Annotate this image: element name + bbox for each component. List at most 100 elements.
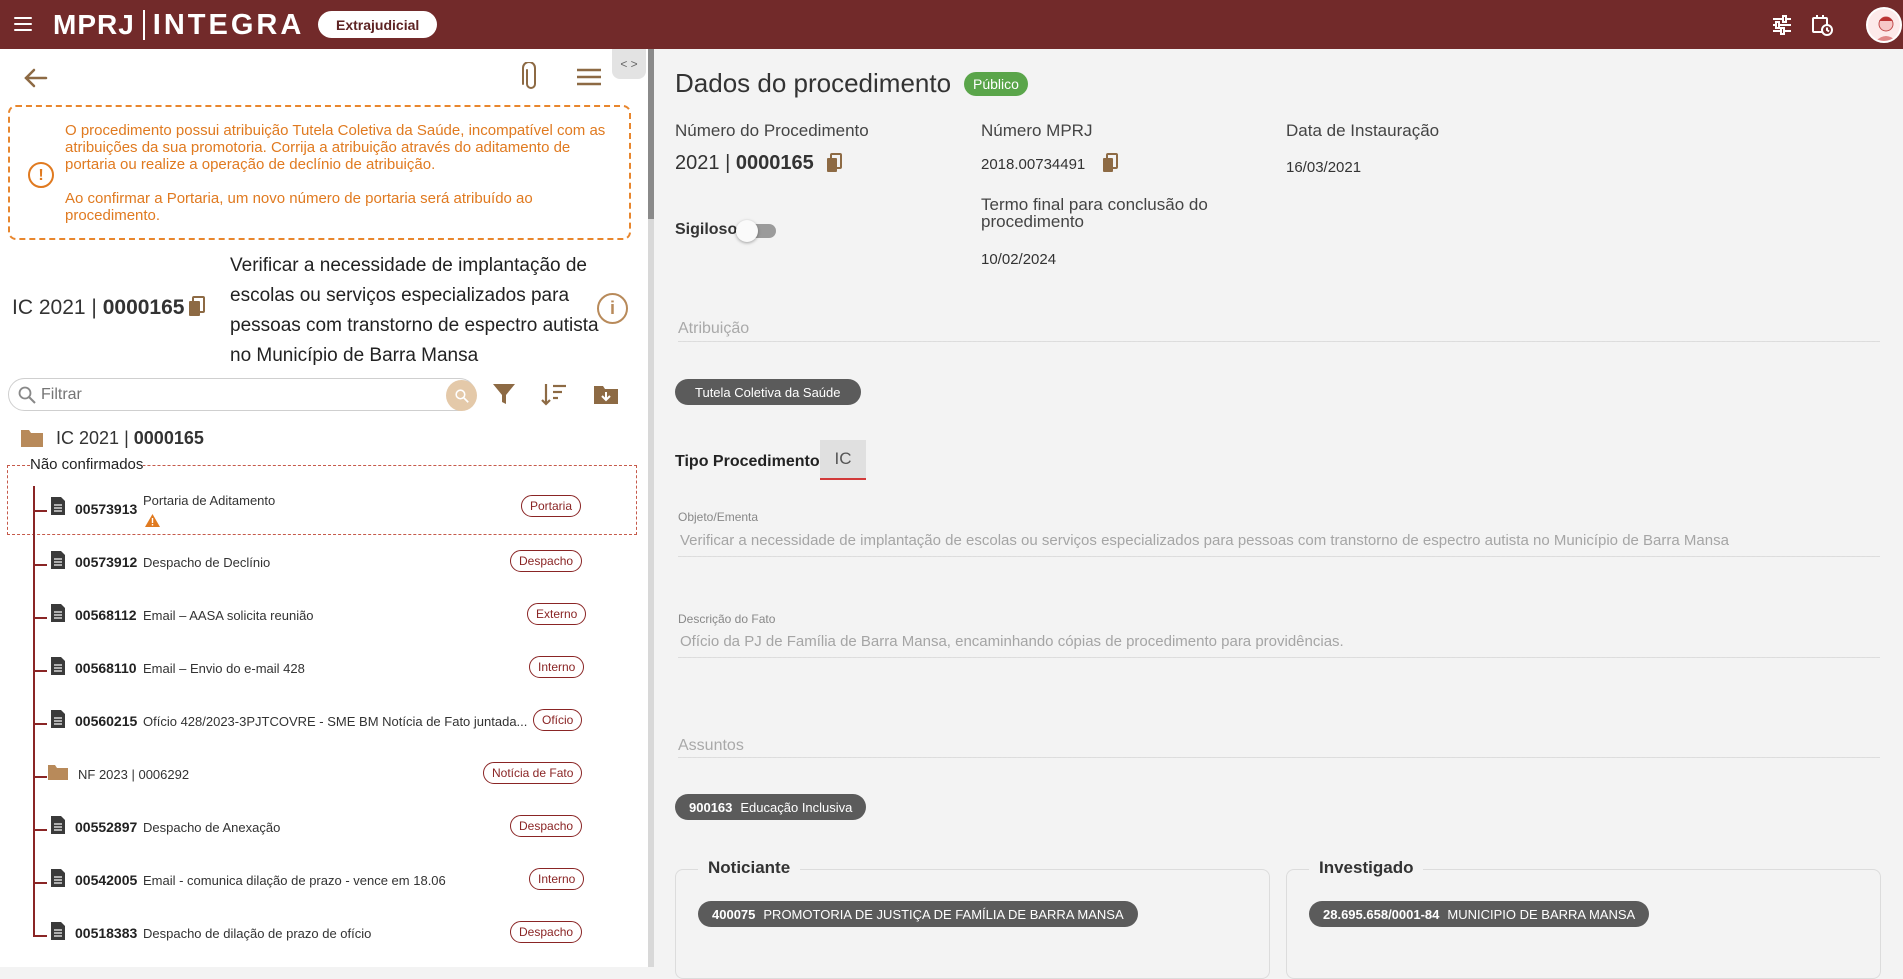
doc-title: Email – AASA solicita reunião [143, 608, 314, 623]
tree-root-sep: | [124, 428, 129, 448]
tree-row[interactable]: 00573913 Portaria de Aditamento Portaria [0, 486, 648, 536]
folder-icon [21, 430, 43, 447]
doc-title: Despacho de Declínio [143, 555, 271, 570]
warning-line-2: Ao confirmar a Portaria, um novo número … [65, 190, 533, 224]
logo-mprj: MPRJ [53, 9, 135, 40]
tree-hook [33, 510, 47, 512]
doc-tag: Portaria [521, 495, 582, 517]
search-button[interactable] [446, 380, 477, 411]
doc-title: Email – Envio do e-mail 428 [143, 661, 305, 676]
assunto-code: 900163 [689, 799, 733, 815]
filter-input[interactable] [41, 385, 441, 405]
user-avatar[interactable] [1866, 6, 1902, 43]
context-pill[interactable]: Extrajudicial [318, 11, 438, 38]
objeto-divider [678, 556, 1880, 557]
investigado-title: Investigado [1309, 858, 1424, 878]
doc-id: 00568110 [75, 660, 137, 676]
assunto-chip[interactable]: 900163 Educação Inclusiva [675, 794, 867, 820]
info-icon[interactable]: i [597, 293, 628, 324]
noticiante-name: PROMOTORIA DE JUSTIÇA DE FAMÍLIA DE BARR… [763, 906, 1124, 922]
noticiante-code: 400075 [712, 906, 756, 922]
tree-row[interactable]: 00573912 Despacho de Declínio Despacho [0, 540, 648, 590]
filter-funnel-icon[interactable] [490, 380, 518, 408]
investigado-card: Investigado 28.695.658/0001-84 MUNICIPIO… [1286, 858, 1881, 979]
tree-row[interactable]: 00552897 Despacho de Anexação Despacho [0, 805, 648, 855]
document-icon [51, 604, 65, 622]
doc-id: 00560215 [75, 713, 138, 729]
tree-row[interactable]: 00518383 Despacho de dilação de prazo de… [0, 911, 648, 961]
data-instauracao-value: 16/03/2021 [1286, 159, 1362, 176]
doc-tag: Notícia de Fato [483, 762, 583, 784]
tree-root-number: 0000165 [133, 428, 204, 448]
sigiloso-label: Sigiloso [675, 221, 738, 238]
toggle-knob [736, 220, 758, 242]
noticiante-card: Noticiante 400075 PROMOTORIA DE JUSTIÇA … [675, 858, 1270, 979]
tree-row[interactable]: 00542005 Email - comunica dilação de pra… [0, 858, 648, 908]
settings-sliders-icon[interactable] [1770, 13, 1794, 37]
logo-integra: INTEGRA [152, 8, 305, 41]
tree-hook [33, 935, 47, 937]
procedure-sep: | [91, 296, 97, 319]
copy-icon[interactable] [1102, 153, 1118, 173]
alert-triangle-icon [145, 514, 160, 527]
tree-hook [33, 776, 47, 778]
main-menu-icon[interactable] [14, 17, 32, 31]
logo-separator [142, 10, 145, 40]
panel-toggle-tab[interactable]: < > [612, 49, 646, 79]
tree-row[interactable]: 00568110 Email – Envio do e-mail 428 Int… [0, 646, 648, 696]
warning-text: O procedimento possui atribuição Tutela … [65, 122, 615, 241]
termo-final-value: 10/02/2024 [981, 251, 1057, 268]
procedure-type: IC [12, 296, 33, 319]
assuntos-divider [678, 757, 1880, 758]
noticiante-chip[interactable]: 400075 PROMOTORIA DE JUSTIÇA DE FAMÍLIA … [698, 901, 1138, 927]
atribuicao-chip[interactable]: Tutela Coletiva da Saúde [675, 379, 861, 405]
doc-id: 00573913 [75, 501, 138, 517]
descricao-fato-value[interactable]: Ofício da PJ de Família de Barra Mansa, … [680, 633, 1344, 650]
procedure-number: 0000165 [102, 296, 185, 319]
tipo-procedimento-select[interactable]: IC [820, 440, 866, 480]
objeto-ementa-value[interactable]: Verificar a necessidade de implantação d… [680, 532, 1729, 549]
tree-row[interactable]: NF 2023 | 0006292 Notícia de Fato [0, 752, 648, 802]
tree-hook [33, 829, 47, 831]
search-icon [18, 386, 36, 404]
doc-tag: Despacho [510, 550, 583, 572]
doc-title: Despacho de Anexação [143, 820, 281, 835]
attachment-icon[interactable] [519, 62, 543, 92]
tree-row[interactable]: 00560215 Ofício 428/2023-3PJTCOVRE - SME… [0, 699, 648, 749]
tree-hook [33, 723, 47, 725]
doc-id: 00518383 [75, 925, 138, 941]
numero-procedimento-year: 2021 [675, 152, 720, 174]
document-icon [51, 816, 65, 834]
assuntos-label: Assuntos [678, 737, 744, 754]
investigado-chip[interactable]: 28.695.658/0001-84 MUNICIPIO DE BARRA MA… [1309, 901, 1650, 927]
tree-root-label[interactable]: IC 2021 | 0000165 [56, 428, 204, 449]
doc-title: Ofício 428/2023-3PJTCOVRE - SME BM Notíc… [143, 714, 528, 729]
assunto-name: Educação Inclusiva [740, 799, 853, 815]
folder-download-icon[interactable] [592, 380, 620, 408]
copy-icon[interactable] [188, 296, 206, 318]
back-arrow-icon[interactable] [22, 66, 50, 90]
doc-tag: Externo [527, 603, 587, 625]
sort-icon[interactable] [540, 380, 568, 408]
list-menu-icon[interactable] [576, 66, 602, 88]
procedure-year: 2021 [38, 296, 86, 319]
tree-row[interactable]: 00568112 Email – AASA solicita reunião E… [0, 593, 648, 643]
doc-id: 00573912 [75, 554, 138, 570]
copy-icon[interactable] [826, 153, 842, 173]
folder-icon [48, 765, 68, 780]
filter-bar [8, 378, 477, 411]
descricao-divider [678, 657, 1880, 658]
numero-procedimento-value: 2021 | 0000165 [675, 152, 814, 175]
app-logo[interactable]: MPRJ INTEGRA [53, 8, 304, 42]
doc-tag: Interno [529, 656, 585, 678]
sigiloso-toggle[interactable] [736, 220, 778, 242]
attribution-warning: ! O procedimento possui atribuição Tutel… [8, 105, 631, 240]
objeto-ementa-label: Objeto/Ementa [678, 510, 759, 524]
tree-hook [33, 564, 47, 566]
calendar-clock-icon[interactable] [1810, 13, 1834, 37]
document-icon [51, 657, 65, 675]
numero-procedimento-label: Número do Procedimento [675, 121, 869, 140]
doc-title: Email - comunica dilação de prazo - venc… [143, 873, 446, 888]
tipo-procedimento-label: Tipo Procedimento * [675, 453, 831, 470]
doc-tag: Interno [529, 868, 585, 890]
